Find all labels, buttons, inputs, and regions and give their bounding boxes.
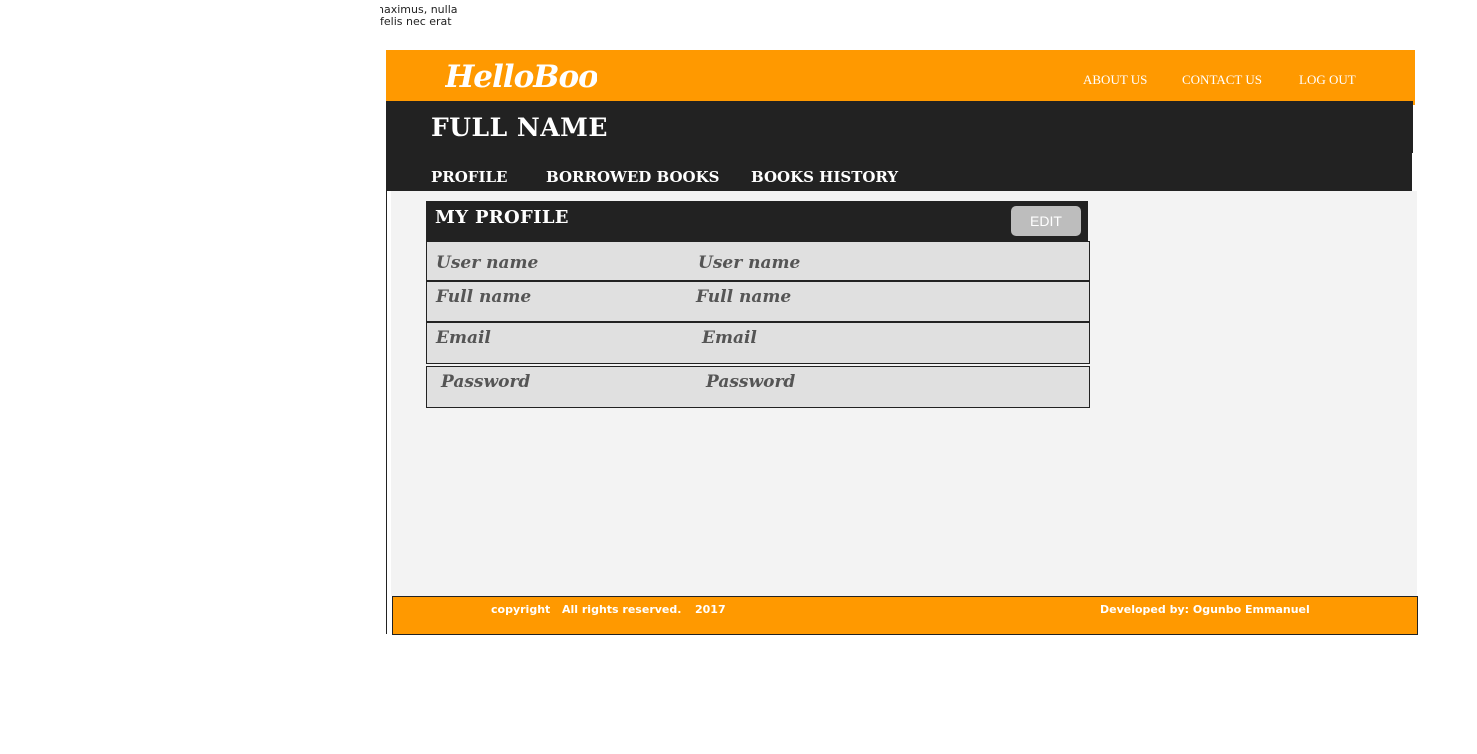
- nav-log-out[interactable]: LOG OUT: [1299, 72, 1356, 88]
- user-full-name-title: FULL NAME: [431, 113, 608, 142]
- top-nav-bar-edge: [1413, 50, 1415, 105]
- tab-borrowed-books[interactable]: BORROWED BOOKS: [546, 168, 720, 186]
- nav-contact-us[interactable]: CONTACT US: [1182, 72, 1262, 88]
- footer-year: 2017: [695, 603, 726, 616]
- footer-copyright: copyright: [491, 603, 551, 616]
- footer-developer: Developed by: Ogunbo Emmanuel: [1100, 603, 1310, 616]
- clipped-text-line: felis nec erat: [380, 15, 452, 28]
- fullname-value: Full name: [696, 287, 792, 307]
- password-value: Password: [706, 372, 796, 392]
- password-label: Password: [441, 372, 531, 392]
- hellobooks-logo[interactable]: HelloBooks: [445, 56, 597, 98]
- user-bar-edge: [1411, 101, 1413, 153]
- username-value: User name: [698, 253, 801, 273]
- clipped-text-fragment: naximus, nulla felis nec erat: [380, 4, 470, 30]
- email-label: Email: [436, 328, 491, 348]
- profile-card-title: MY PROFILE: [435, 207, 569, 228]
- tab-profile[interactable]: PROFILE: [431, 168, 507, 186]
- footer-rights: All rights reserved.: [562, 603, 682, 616]
- fullname-label: Full name: [436, 287, 532, 307]
- username-label: User name: [436, 253, 539, 273]
- tab-books-history[interactable]: BOOKS HISTORY: [751, 168, 898, 186]
- profile-row-email: [426, 322, 1090, 364]
- edit-profile-button[interactable]: EDIT: [1011, 206, 1081, 236]
- email-value: Email: [702, 328, 757, 348]
- nav-about-us[interactable]: ABOUT US: [1083, 72, 1147, 88]
